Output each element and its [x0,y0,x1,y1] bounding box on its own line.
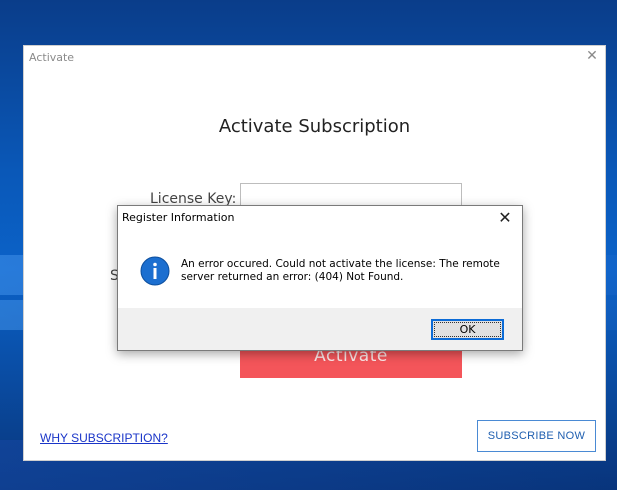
error-message: An error occured. Could not activate the… [181,258,500,283]
subscribe-now-button[interactable]: SUBSCRIBE NOW [477,420,596,452]
page-title: Activate Subscription [218,116,411,137]
why-subscription-link[interactable]: WHY SUBSCRIPTION? [40,431,168,445]
dialog-title: Register Information [122,211,235,224]
window-title: Activate [29,51,75,64]
dialog-footer: OK [118,308,522,350]
ok-button[interactable]: OK [431,319,504,340]
info-icon [140,256,170,286]
dialog-close-icon[interactable]: ✕ [497,208,513,228]
close-icon[interactable]: ✕ [585,49,599,63]
register-information-dialog: Register Information ✕ An error occured.… [117,205,523,351]
